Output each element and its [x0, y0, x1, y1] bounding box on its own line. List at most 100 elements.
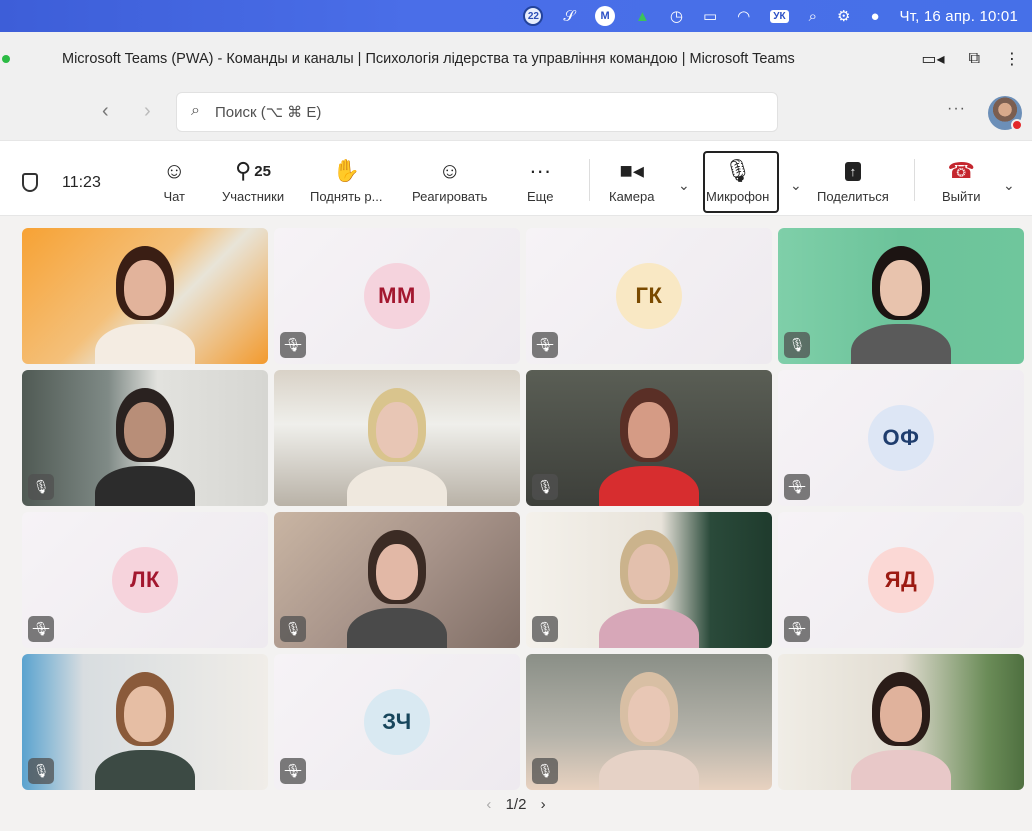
search-input[interactable]: ⌕ Поиск (⌥ ⌘ E) — [176, 92, 778, 132]
mic-muted-icon: 🎙 — [28, 758, 54, 784]
battery-icon[interactable]: ▭ — [703, 7, 717, 25]
person-face — [628, 402, 670, 458]
person-face — [124, 402, 166, 458]
window-more-icon[interactable]: ⋮ — [1004, 49, 1020, 69]
meeting-toolbar: 11:23 ☺ Чат ⚲ 25 Участники ✋ Поднять р...… — [0, 140, 1032, 216]
spotlight-icon[interactable]: ⌕ — [809, 8, 817, 25]
person-body — [599, 466, 699, 506]
mic-muted-icon: 🎙 — [532, 474, 558, 500]
mic-muted-icon: 🎙 — [280, 758, 306, 784]
script-icon[interactable]: 𝒮 — [563, 8, 575, 25]
forward-icon[interactable]: › — [144, 100, 151, 123]
microphone-icon: 🎙 — [723, 158, 752, 183]
next-page-icon[interactable]: › — [541, 796, 546, 813]
person-body — [599, 750, 699, 790]
participant-video — [778, 228, 1024, 364]
participant-initials-avatar: ЯД — [868, 547, 934, 613]
macos-menu-bar: 22 𝒮 M ▲ ◷ ▭ ◠ УК ⌕ ⚙ ● Чт, 16 апр. 10:0… — [0, 0, 1032, 32]
person-face — [628, 544, 670, 600]
person-face — [628, 686, 670, 742]
menubar-clock[interactable]: Чт, 16 апр. 10:01 — [900, 8, 1018, 25]
share-button[interactable]: ↑ Поделиться — [817, 155, 889, 204]
leave-options-chevron-icon[interactable]: ⌄ — [1003, 177, 1015, 194]
smiley-icon: ☺ — [438, 158, 461, 183]
input-language-icon[interactable]: УК — [770, 9, 789, 23]
wifi-icon[interactable]: ◠ — [737, 7, 750, 25]
extensions-icon[interactable]: ⧉ — [969, 50, 980, 68]
person-body — [95, 324, 195, 364]
search-icon: ⌕ — [191, 102, 200, 119]
notification-badge-icon[interactable]: 22 — [523, 6, 544, 26]
microphone-button[interactable]: 🎙 Микрофон — [706, 155, 769, 204]
siri-icon[interactable]: ● — [870, 8, 879, 25]
participant-initials-avatar: ОФ — [868, 405, 934, 471]
raise-hand-button[interactable]: ✋ Поднять р... — [310, 155, 383, 204]
participant-tile[interactable]: ЯД 🎙 — [778, 512, 1024, 648]
control-center-icon[interactable]: ⚙ — [837, 7, 850, 25]
person-face — [376, 544, 418, 600]
person-body — [851, 324, 951, 364]
mic-muted-icon: 🎙 — [280, 616, 306, 642]
video-window-icon[interactable]: ▭◂ — [921, 49, 944, 69]
participant-tile[interactable]: 🎙 — [526, 370, 772, 506]
camera-options-chevron-icon[interactable]: ⌄ — [678, 177, 690, 194]
page-indicator: 1/2 — [505, 796, 527, 813]
mic-muted-icon: 🎙 — [532, 758, 558, 784]
participant-tile[interactable]: 🎙 — [526, 654, 772, 790]
participant-tile[interactable]: ОФ 🎙 — [778, 370, 1024, 506]
participant-tile[interactable]: 🎙 — [22, 654, 268, 790]
person-body — [599, 608, 699, 648]
mic-muted-icon: 🎙 — [28, 616, 54, 642]
shield-icon[interactable] — [22, 173, 38, 192]
participant-tile[interactable]: 🎙 — [274, 512, 520, 648]
participant-tile[interactable]: 🎙 — [778, 228, 1024, 364]
mic-muted-icon: 🎙 — [28, 474, 54, 500]
person-face — [124, 686, 166, 742]
participant-video — [22, 228, 268, 364]
person-face — [880, 260, 922, 316]
participant-tile[interactable]: 🎙 — [22, 370, 268, 506]
time-machine-icon[interactable]: ◷ — [670, 7, 683, 25]
participant-tile[interactable] — [778, 654, 1024, 790]
person-body — [95, 466, 195, 506]
person-face — [376, 402, 418, 458]
participant-video — [22, 654, 268, 790]
camera-button[interactable]: ■◂ Камера — [609, 155, 654, 204]
participant-tile[interactable]: ЗЧ 🎙 — [274, 654, 520, 790]
more-button[interactable]: ··· Еще — [527, 155, 553, 204]
user-avatar[interactable] — [988, 96, 1023, 131]
back-icon[interactable]: ‹ — [102, 100, 109, 123]
person-body — [347, 466, 447, 506]
mic-muted-icon: 🎙 — [784, 332, 810, 358]
participant-tile[interactable]: ММ 🎙 — [274, 228, 520, 364]
hand-icon: ✋ — [332, 158, 360, 183]
camera-icon: ■◂ — [619, 158, 644, 183]
search-row: ‹ › ⌕ Поиск (⌥ ⌘ E) ··· — [0, 86, 1032, 140]
window-title-bar: Microsoft Teams (PWA) - Команды и каналы… — [0, 32, 1032, 86]
status-busy-icon — [1011, 119, 1023, 131]
more-options-icon[interactable]: ··· — [947, 100, 966, 118]
participants-count: 25 — [254, 162, 271, 180]
participant-tile[interactable] — [274, 370, 520, 506]
search-placeholder: Поиск (⌥ ⌘ E) — [215, 104, 322, 121]
participant-tile[interactable]: ЛК 🎙 — [22, 512, 268, 648]
colorful-app-icon[interactable]: ▲ — [635, 8, 650, 25]
participants-button[interactable]: ⚲ 25 Участники — [222, 155, 284, 204]
participant-tile[interactable]: 🎙 — [526, 512, 772, 648]
prev-page-icon[interactable]: ‹ — [486, 796, 491, 813]
window-status-dot — [2, 55, 10, 63]
mic-options-chevron-icon[interactable]: ⌄ — [790, 177, 802, 194]
participant-tile[interactable] — [22, 228, 268, 364]
people-icon: ⚲ 25 — [235, 158, 271, 183]
person-body — [347, 608, 447, 648]
participant-initials-avatar: ММ — [364, 263, 430, 329]
chat-icon: ☺ — [163, 158, 186, 183]
participant-tile[interactable]: ГК 🎙 — [526, 228, 772, 364]
participant-video — [526, 370, 772, 506]
participant-initials-avatar: ЛК — [112, 547, 178, 613]
chat-button[interactable]: ☺ Чат — [163, 155, 185, 204]
leave-button[interactable]: ☎ Выйти — [942, 155, 981, 204]
share-icon: ↑ — [844, 155, 862, 187]
m-app-icon[interactable]: M — [595, 6, 616, 26]
react-button[interactable]: ☺ Реагировать — [412, 155, 487, 204]
